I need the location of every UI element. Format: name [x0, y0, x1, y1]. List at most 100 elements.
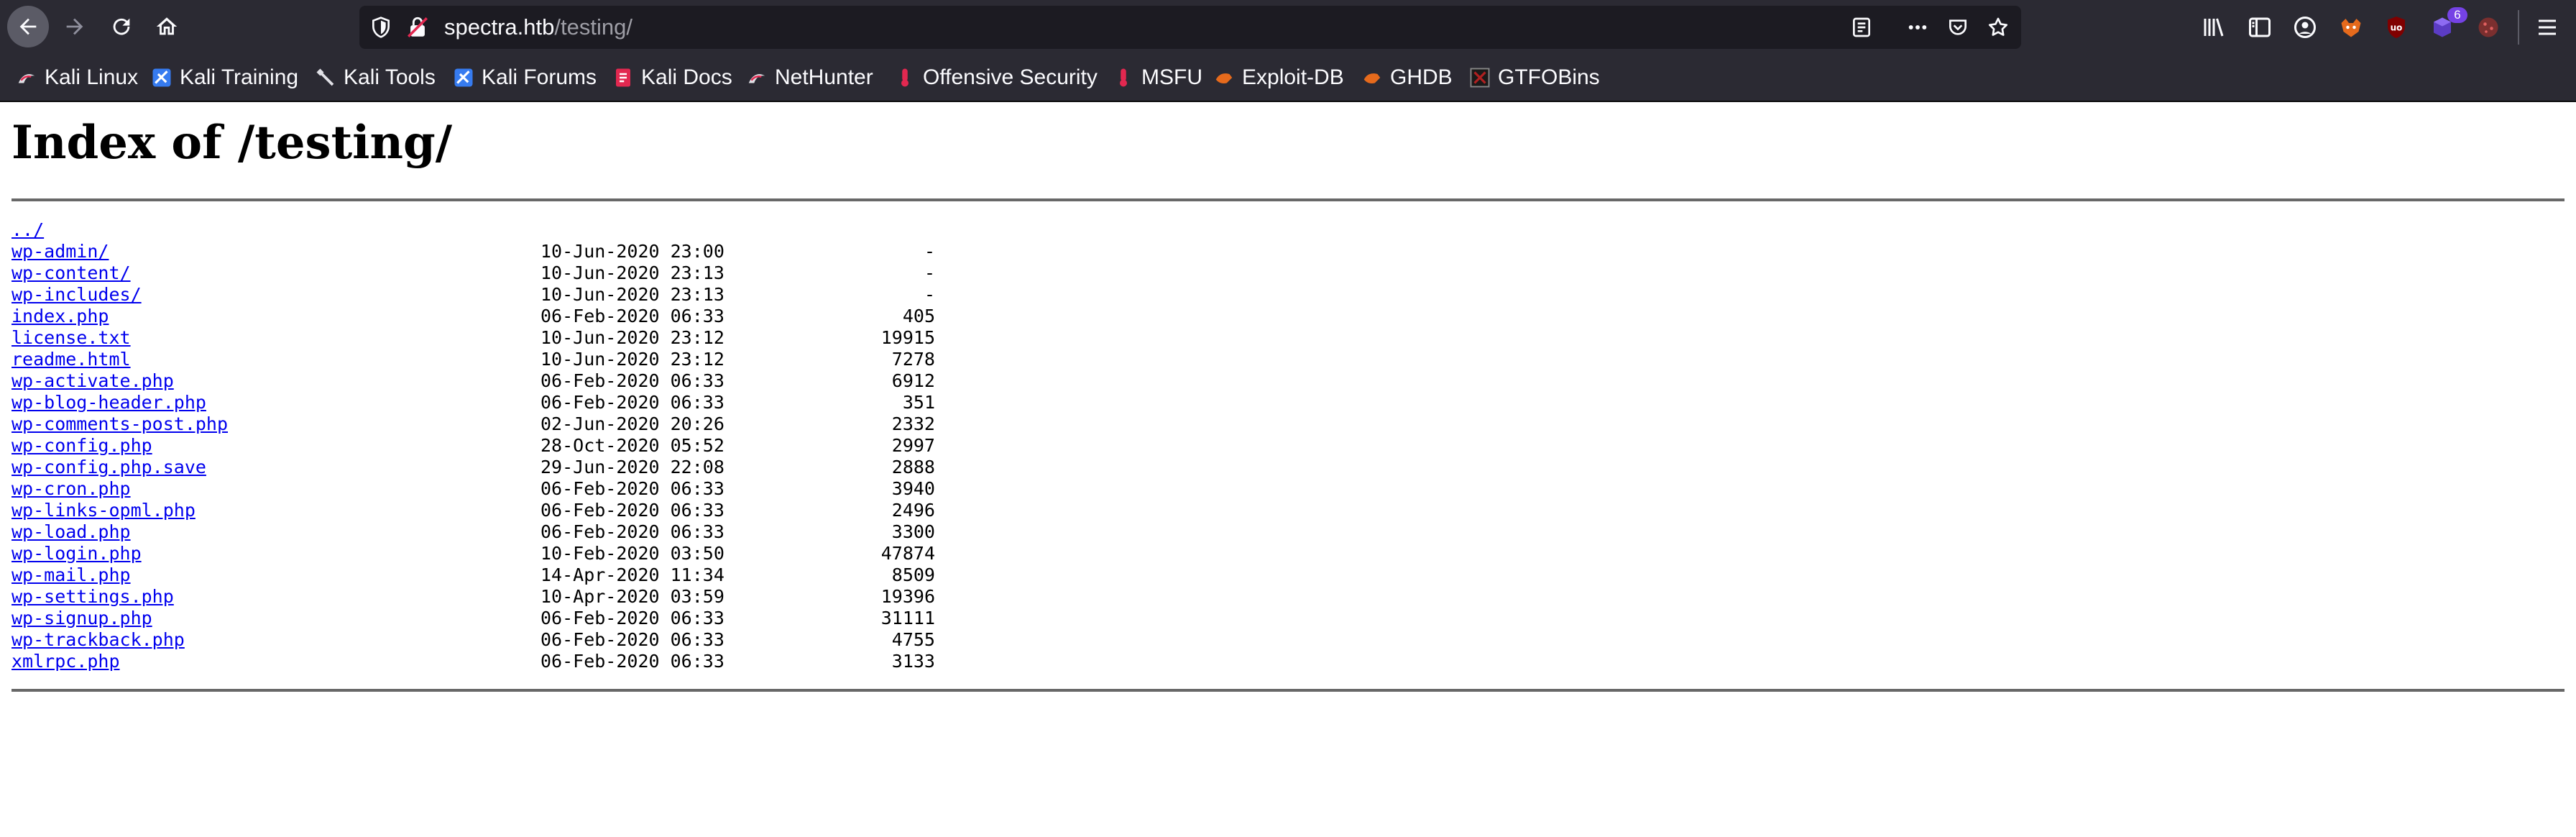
- cookie-icon: [2478, 17, 2498, 37]
- file-link[interactable]: wp-content/: [12, 262, 131, 284]
- bookmark-kali-training[interactable]: Kali Training: [151, 55, 298, 101]
- offensive-security-icon: [894, 67, 916, 88]
- parent-directory-link[interactable]: ../: [12, 219, 44, 241]
- back-button[interactable]: [7, 6, 49, 47]
- reader-view-button[interactable]: [1850, 16, 1873, 39]
- bookmark-label: Exploit-DB: [1242, 65, 1344, 89]
- bookmark-star-button[interactable]: [1987, 16, 2010, 39]
- file-size: 3133: [891, 651, 935, 672]
- pocket-button[interactable]: [1946, 16, 1969, 39]
- file-size: 4755: [891, 629, 935, 650]
- file-link[interactable]: wp-comments-post.php: [12, 413, 228, 435]
- file-row: wp-includes/10-Jun-2020 23:13 -: [12, 284, 935, 306]
- file-row: wp-config.php.save 29-Jun-2020 22:08 2888: [12, 457, 935, 478]
- bookmark-label: Kali Linux: [45, 65, 139, 89]
- file-size: 351: [902, 392, 935, 413]
- file-row: wp-login.php 10-Feb-2020 03:50 47874: [12, 543, 935, 564]
- file-date: 06-Feb-2020 06:33: [540, 651, 724, 672]
- file-link[interactable]: wp-admin/: [12, 241, 109, 262]
- file-link[interactable]: wp-signup.php: [12, 608, 152, 629]
- file-link[interactable]: wp-settings.php: [12, 586, 174, 608]
- cookie-editor-extension-button[interactable]: [2475, 14, 2501, 40]
- bookmark-label: NetHunter: [775, 65, 873, 89]
- file-link[interactable]: wp-includes/: [12, 284, 142, 306]
- file-link[interactable]: wp-links-opml.php: [12, 500, 196, 521]
- browser-toolbar: spectra.htb/testing/ uo 6: [0, 0, 2576, 55]
- bookmark-ghdb[interactable]: GHDB: [1361, 55, 1453, 101]
- reload-button[interactable]: [101, 6, 142, 47]
- file-size: 2496: [891, 500, 935, 521]
- pocket-icon: [1949, 19, 1966, 35]
- file-row: xmlrpc.php 06-Feb-2020 06:33 3133: [12, 651, 935, 672]
- file-date: 10-Jun-2020 23:13: [540, 262, 724, 283]
- file-link[interactable]: wp-login.php: [12, 543, 142, 564]
- hamburger-menu-icon: [2539, 19, 2556, 35]
- file-size: 19915: [880, 327, 935, 348]
- forward-button[interactable]: [54, 6, 96, 47]
- foxyproxy-extension-button[interactable]: [2338, 14, 2364, 40]
- sidebar-icon: [2249, 17, 2271, 37]
- parent-directory-row: ../: [12, 219, 76, 241]
- bookmark-kali-forums[interactable]: Kali Forums: [453, 55, 597, 101]
- menu-button[interactable]: [2534, 14, 2560, 40]
- ublock-extension-button[interactable]: uo: [2383, 14, 2409, 40]
- file-link[interactable]: wp-load.php: [12, 521, 131, 543]
- kali-docs-icon: [612, 67, 634, 88]
- bookmark-exploit-db[interactable]: Exploit-DB: [1213, 55, 1344, 101]
- file-size: 3300: [891, 521, 935, 542]
- file-link[interactable]: readme.html: [12, 349, 131, 370]
- bookmark-gtfobins[interactable]: GTFOBins: [1469, 55, 1600, 101]
- file-link[interactable]: wp-config.php.save: [12, 457, 206, 478]
- nethunter-icon: [746, 67, 768, 88]
- file-link[interactable]: index.php: [12, 306, 109, 327]
- file-link[interactable]: wp-mail.php: [12, 564, 131, 586]
- file-row: wp-settings.php 10-Apr-2020 03:59 19396: [12, 586, 935, 608]
- file-row: wp-mail.php 14-Apr-2020 11:34 8509: [12, 564, 935, 586]
- address-bar[interactable]: spectra.htb/testing/: [359, 6, 2021, 49]
- account-icon: [2294, 17, 2316, 38]
- file-row: wp-signup.php 06-Feb-2020 06:33 31111: [12, 608, 935, 629]
- library-button[interactable]: [2201, 14, 2227, 40]
- file-date: 10-Apr-2020 03:59: [540, 586, 724, 607]
- file-row: wp-admin/10-Jun-2020 23:00 -: [12, 241, 935, 262]
- file-link[interactable]: xmlrpc.php: [12, 651, 120, 672]
- file-date: 06-Feb-2020 06:33: [540, 608, 724, 628]
- file-link[interactable]: wp-cron.php: [12, 478, 131, 500]
- url-text[interactable]: spectra.htb/testing/: [444, 6, 632, 49]
- file-date: 06-Feb-2020 06:33: [540, 500, 724, 521]
- file-link[interactable]: wp-config.php: [12, 435, 152, 457]
- url-host: spectra.htb: [444, 14, 555, 40]
- bookmark-kali-docs[interactable]: Kali Docs: [612, 55, 732, 101]
- top-divider: [12, 198, 2564, 201]
- file-link[interactable]: wp-trackback.php: [12, 629, 185, 651]
- bookmark-label: Kali Tools: [344, 65, 436, 89]
- file-row: wp-links-opml.php 06-Feb-2020 06:33 2496: [12, 500, 935, 521]
- bookmark-kali-tools[interactable]: Kali Tools: [315, 55, 436, 101]
- file-link[interactable]: wp-blog-header.php: [12, 392, 206, 413]
- file-link[interactable]: license.txt: [12, 327, 131, 349]
- directory-listing: ../ wp-admin/10-Jun-2020 23:00- wp-conten…: [12, 219, 935, 672]
- file-date: 14-Apr-2020 11:34: [540, 564, 724, 585]
- sidebar-button[interactable]: [2247, 14, 2273, 40]
- file-size: 7278: [891, 349, 935, 370]
- msfu-icon: [1113, 67, 1134, 88]
- bookmark-nethunter[interactable]: NetHunter: [746, 55, 873, 101]
- file-date: 06-Feb-2020 06:33: [540, 370, 724, 391]
- home-icon: [156, 17, 178, 35]
- file-size: 405: [902, 306, 935, 326]
- bookmark-msfu[interactable]: MSFU: [1113, 55, 1202, 101]
- account-button[interactable]: [2292, 14, 2318, 40]
- file-row: wp-trackback.php 06-Feb-2020 06:33 4755: [12, 629, 935, 651]
- bookmark-kali-linux[interactable]: Kali Linux: [16, 55, 138, 101]
- file-date: 29-Jun-2020 22:08: [540, 457, 724, 477]
- file-row: wp-cron.php 06-Feb-2020 06:33 3940: [12, 478, 935, 500]
- bottom-divider: [12, 689, 2564, 692]
- file-link[interactable]: wp-activate.php: [12, 370, 174, 392]
- home-button[interactable]: [146, 6, 188, 47]
- tracking-protection-shield-icon[interactable]: [369, 16, 392, 39]
- kali-linux-icon: [16, 67, 37, 88]
- file-date: 06-Feb-2020 06:33: [540, 392, 724, 413]
- bookmark-offensive-security[interactable]: Offensive Security: [894, 55, 1098, 101]
- page-actions-button[interactable]: [1906, 16, 1929, 39]
- insecure-lock-icon[interactable]: [405, 15, 430, 40]
